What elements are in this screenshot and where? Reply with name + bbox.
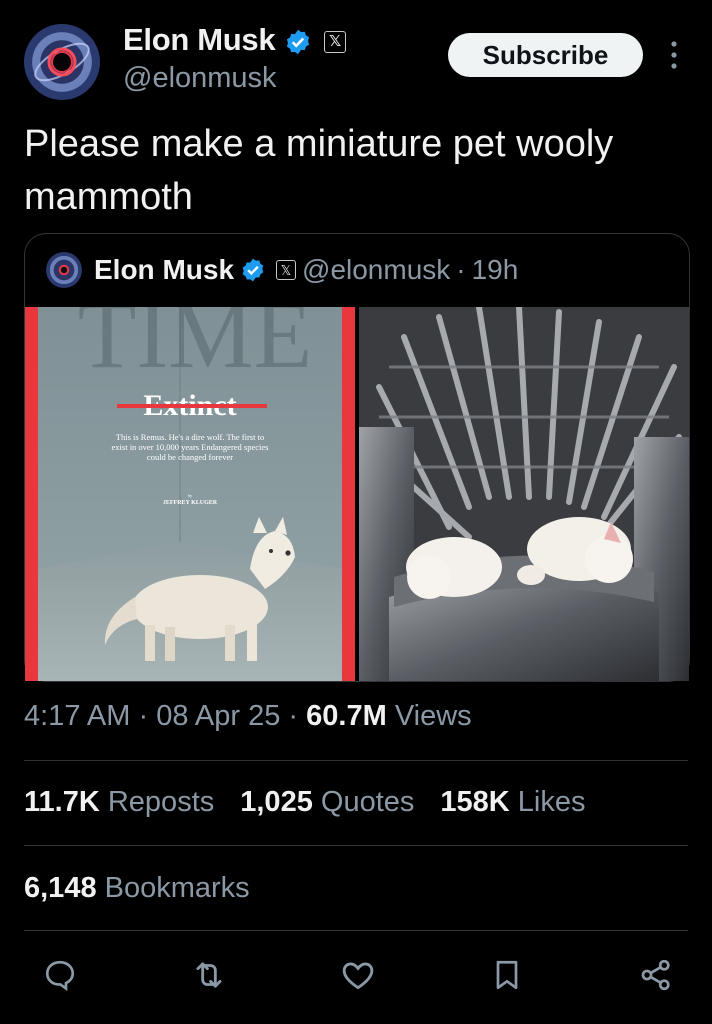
throne-pups-image[interactable]	[359, 307, 689, 681]
views-label: Views	[394, 700, 472, 732]
quoted-age: 19h	[471, 254, 519, 285]
quoted-handle: @elonmusk	[302, 254, 451, 285]
engagement-stats: 11.7K Reposts 1,025 Quotes 158K Likes	[24, 786, 585, 819]
cover-blurb: This is Remus. He's a dire wolf. The fir…	[111, 432, 269, 462]
author-handle[interactable]: @elonmusk	[123, 62, 277, 95]
quotes-count: 1,025	[240, 786, 313, 818]
reposts-label: Reposts	[107, 786, 215, 818]
avatar[interactable]	[24, 24, 100, 100]
time-cover-image[interactable]: TIME Extinct This is Remus. He's a dire …	[25, 307, 355, 681]
repost-icon[interactable]	[187, 953, 231, 997]
tweet-time[interactable]: 4:17 AM	[24, 700, 130, 732]
separator-dot: ·	[288, 700, 299, 732]
quotes-label: Quotes	[320, 786, 415, 818]
reposts-count: 11.7K	[24, 786, 100, 818]
verified-badge-icon	[286, 29, 309, 55]
quoted-avatar	[46, 252, 82, 288]
bookmarks-stat[interactable]: 6,148 Bookmarks	[24, 872, 250, 905]
reposts-stat[interactable]: 11.7K Reposts	[24, 786, 214, 819]
share-icon[interactable]	[634, 953, 678, 997]
bookmarks-count: 6,148	[24, 872, 97, 904]
likes-label: Likes	[517, 786, 586, 818]
x-badge-icon: 𝕏	[276, 260, 297, 280]
tweet-date[interactable]: 08 Apr 25	[156, 700, 280, 732]
subscribe-button[interactable]: Subscribe	[448, 33, 643, 77]
quoted-author-name: Elon Musk	[94, 254, 235, 285]
likes-count: 158K	[440, 786, 510, 818]
more-options-icon[interactable]	[664, 38, 684, 72]
svg-text:TIME: TIME	[78, 307, 313, 388]
time-masthead: TIME	[78, 307, 313, 388]
quoted-tweet-header: Elon Musk 𝕏 @elonmusk · 19h	[46, 252, 518, 288]
quotes-stat[interactable]: 1,025 Quotes	[240, 786, 414, 819]
verified-badge-icon	[242, 258, 264, 282]
divider	[24, 760, 688, 761]
divider	[24, 845, 688, 846]
tweet-meta: 4:17 AM · 08 Apr 25 · 60.7M Views	[24, 700, 472, 733]
tweet-text: Please make a miniature pet wooly mammot…	[24, 123, 614, 218]
separator-dot: ·	[456, 254, 466, 285]
x-badge-icon: 𝕏	[323, 30, 346, 53]
bookmark-icon[interactable]	[485, 953, 529, 997]
reply-icon[interactable]	[38, 953, 82, 997]
separator-dot: ·	[138, 700, 149, 732]
action-bar	[38, 950, 678, 1000]
bookmarks-label: Bookmarks	[104, 872, 250, 904]
author-name-row[interactable]: Elon Musk 𝕏	[123, 22, 346, 58]
like-icon[interactable]	[336, 953, 380, 997]
views-count: 60.7M	[306, 700, 387, 732]
cover-byline: JEFFREY KLUGER	[163, 500, 218, 506]
cover-byline-prefix: by	[188, 493, 193, 498]
likes-stat[interactable]: 158K Likes	[440, 786, 585, 819]
author-name[interactable]: Elon Musk	[123, 22, 276, 57]
divider	[24, 930, 688, 931]
